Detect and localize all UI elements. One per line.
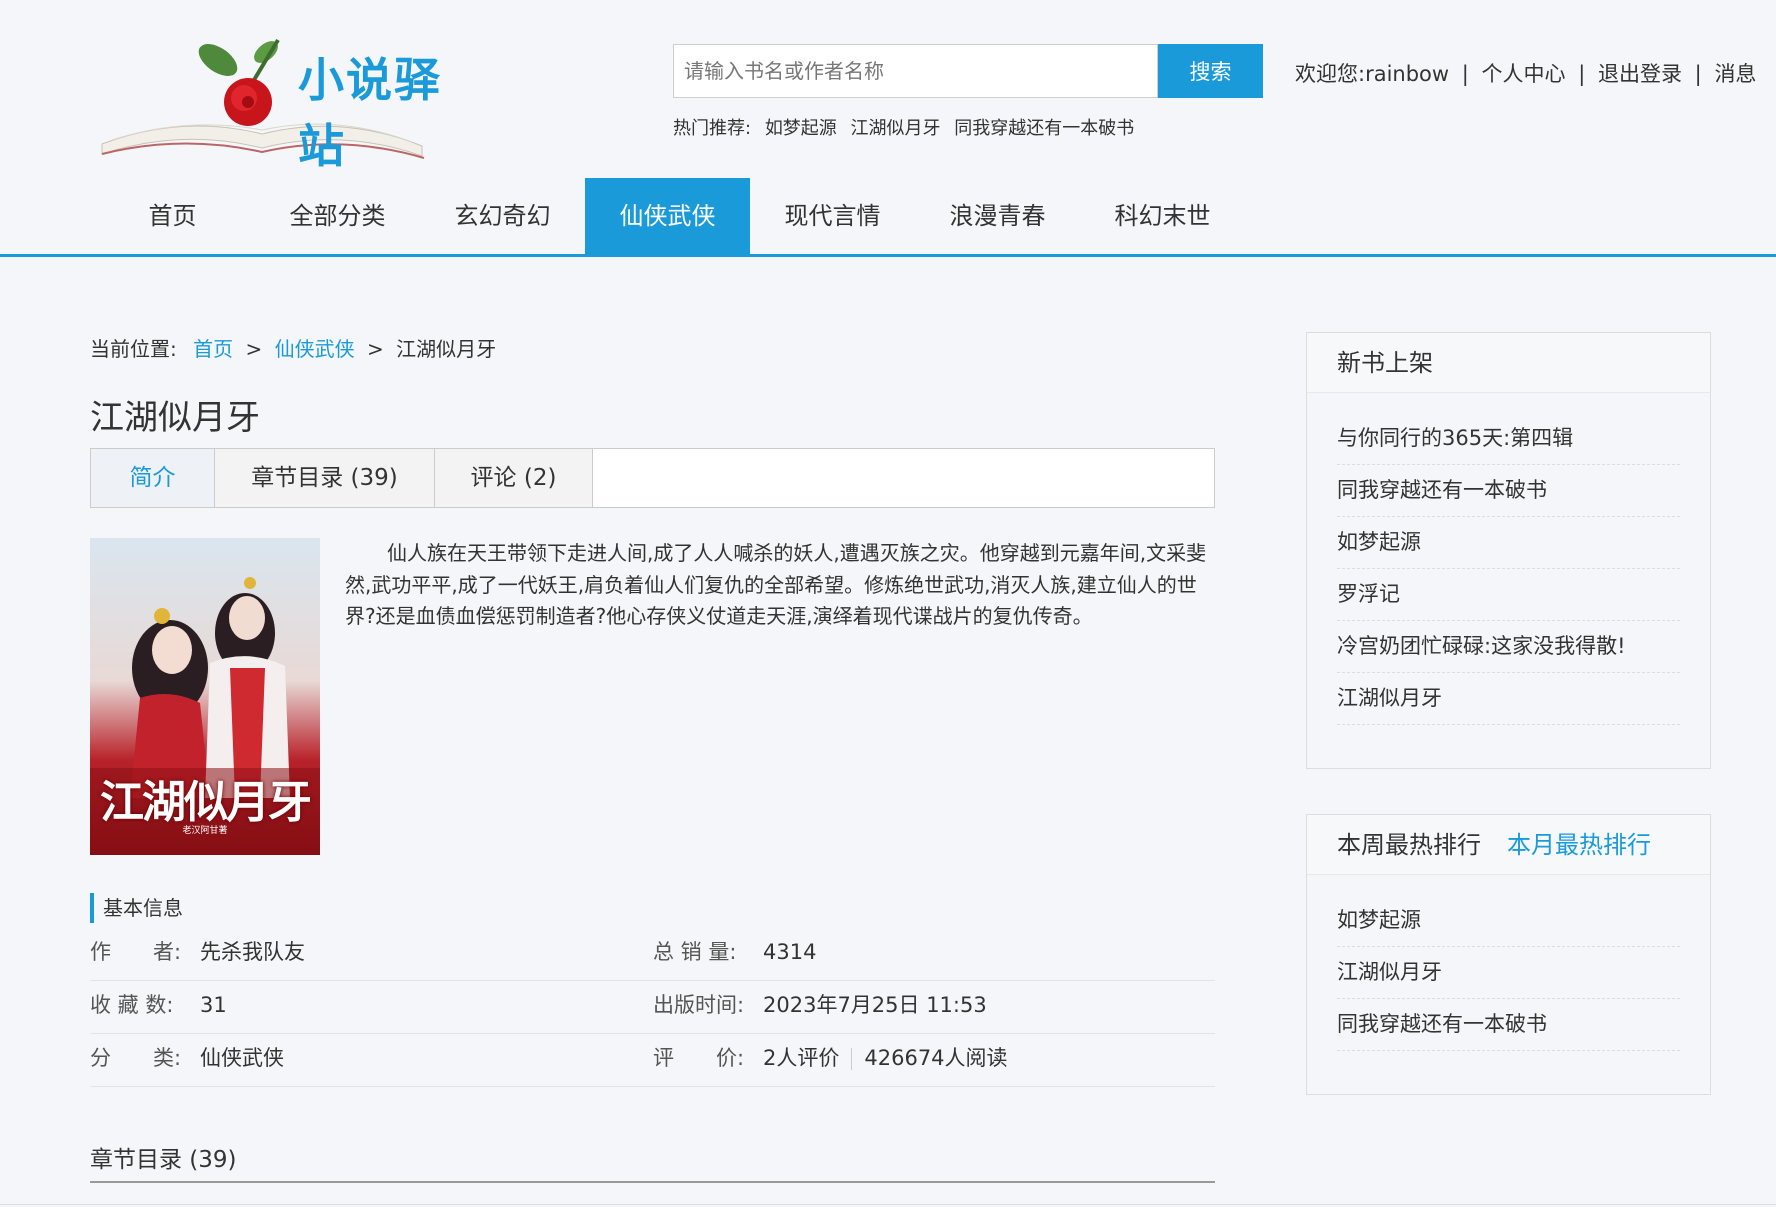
- new-book-item[interactable]: 冷宫奶团忙碌碌:这家没我得散!: [1337, 621, 1680, 673]
- page-divider: [0, 1204, 1776, 1205]
- info-rating: 评 价: 2人评价 426674人阅读: [653, 1034, 1215, 1087]
- cover-subtitle: 老汉阿甘著: [182, 826, 228, 836]
- main-nav: 首页 全部分类 玄幻奇幻 仙侠武侠 现代言情 浪漫青春 科幻末世: [0, 178, 1776, 257]
- new-book-item[interactable]: 与你同行的365天:第四辑: [1337, 413, 1680, 465]
- breadcrumb: 当前位置: 首页 > 仙侠武侠 > 江湖似月牙: [90, 337, 497, 361]
- info-sales: 总 销 量: 4314: [653, 928, 1215, 981]
- nav-scifi[interactable]: 科幻末世: [1080, 178, 1245, 254]
- info-author: 作 者: 先杀我队友: [90, 928, 653, 981]
- tab-comments[interactable]: 评论 (2): [435, 449, 593, 507]
- tab-month-hot[interactable]: 本月最热排行: [1507, 831, 1651, 859]
- nav-all-categories[interactable]: 全部分类: [255, 178, 420, 254]
- hot-ranking-panel: 本周最热排行 本月最热排行 如梦起源 江湖似月牙 同我穿越还有一本破书: [1306, 814, 1711, 1095]
- breadcrumb-current: 江湖似月牙: [396, 337, 497, 361]
- info-heading: 基本信息: [90, 893, 183, 923]
- tab-week-hot[interactable]: 本周最热排行: [1337, 831, 1481, 859]
- nav-home[interactable]: 首页: [90, 178, 255, 254]
- new-book-item[interactable]: 罗浮记: [1337, 569, 1680, 621]
- header: 小说驿站 搜索 热门推荐: 如梦起源 江湖似月牙 同我穿越还有一本破书 欢迎您:…: [0, 0, 1776, 173]
- hot-link[interactable]: 同我穿越还有一本破书: [954, 118, 1134, 139]
- new-book-item[interactable]: 如梦起源: [1337, 517, 1680, 569]
- hot-book-item[interactable]: 同我穿越还有一本破书: [1337, 999, 1680, 1051]
- book-intro: 仙人族在天王带领下走进人间,成了人人喊杀的妖人,遭遇灭族之灾。他穿越到元嘉年间,…: [345, 541, 1207, 628]
- rose-icon: [198, 38, 280, 126]
- hot-label: 热门推荐:: [673, 118, 752, 139]
- nav-romance[interactable]: 现代言情: [750, 178, 915, 254]
- book-cover[interactable]: 江湖似月牙 老汉阿甘著: [90, 538, 320, 855]
- ranking-tabs: 本周最热排行 本月最热排行: [1307, 815, 1710, 875]
- nav-fantasy[interactable]: 玄幻奇幻: [420, 178, 585, 254]
- info-publish-time: 出版时间: 2023年7月25日 11:53: [653, 981, 1215, 1034]
- info-category: 分 类: 仙侠武侠: [90, 1034, 653, 1087]
- hot-book-item[interactable]: 如梦起源: [1337, 895, 1680, 947]
- welcome-text: 欢迎您:rainbow: [1295, 62, 1450, 86]
- breadcrumb-category[interactable]: 仙侠武侠: [275, 337, 355, 361]
- new-book-item[interactable]: 同我穿越还有一本破书: [1337, 465, 1680, 517]
- hot-book-item[interactable]: 江湖似月牙: [1337, 947, 1680, 999]
- hot-link[interactable]: 如梦起源: [765, 118, 837, 139]
- tab-intro[interactable]: 简介: [91, 449, 215, 507]
- new-book-item[interactable]: 江湖似月牙: [1337, 673, 1680, 725]
- breadcrumb-label: 当前位置:: [90, 337, 177, 361]
- info-reads: 426674人阅读: [864, 1046, 1008, 1070]
- chapters-heading: 章节目录 (39): [90, 1147, 237, 1173]
- search-input[interactable]: [673, 44, 1158, 98]
- user-menu: 欢迎您:rainbow | 个人中心 | 退出登录 | 消息: [1295, 62, 1757, 86]
- site-logo[interactable]: 小说驿站: [88, 22, 488, 173]
- messages-link[interactable]: 消息: [1714, 62, 1756, 86]
- info-favorites: 收 藏 数: 31: [90, 981, 653, 1034]
- logout-link[interactable]: 退出登录: [1598, 62, 1682, 86]
- nav-youth[interactable]: 浪漫青春: [915, 178, 1080, 254]
- search-bar: 搜索: [673, 44, 1263, 98]
- chapters-divider: [90, 1181, 1215, 1183]
- user-center-link[interactable]: 个人中心: [1482, 62, 1566, 86]
- nav-xianxia[interactable]: 仙侠武侠: [585, 178, 750, 254]
- tab-chapters[interactable]: 章节目录 (39): [215, 449, 435, 507]
- new-books-panel: 新书上架 与你同行的365天:第四辑 同我穿越还有一本破书 如梦起源 罗浮记 冷…: [1306, 332, 1711, 769]
- cover-title: 江湖似月牙: [100, 777, 312, 828]
- hot-recommend: 热门推荐: 如梦起源 江湖似月牙 同我穿越还有一本破书: [673, 114, 1134, 140]
- new-books-title: 新书上架: [1307, 333, 1710, 393]
- site-name: 小说驿站: [298, 53, 442, 173]
- hot-link[interactable]: 江湖似月牙: [851, 118, 941, 139]
- search-button[interactable]: 搜索: [1158, 44, 1263, 98]
- breadcrumb-home[interactable]: 首页: [193, 337, 233, 361]
- book-title: 江湖似月牙: [90, 398, 260, 438]
- book-tabs: 简介 章节目录 (39) 评论 (2): [90, 448, 1215, 508]
